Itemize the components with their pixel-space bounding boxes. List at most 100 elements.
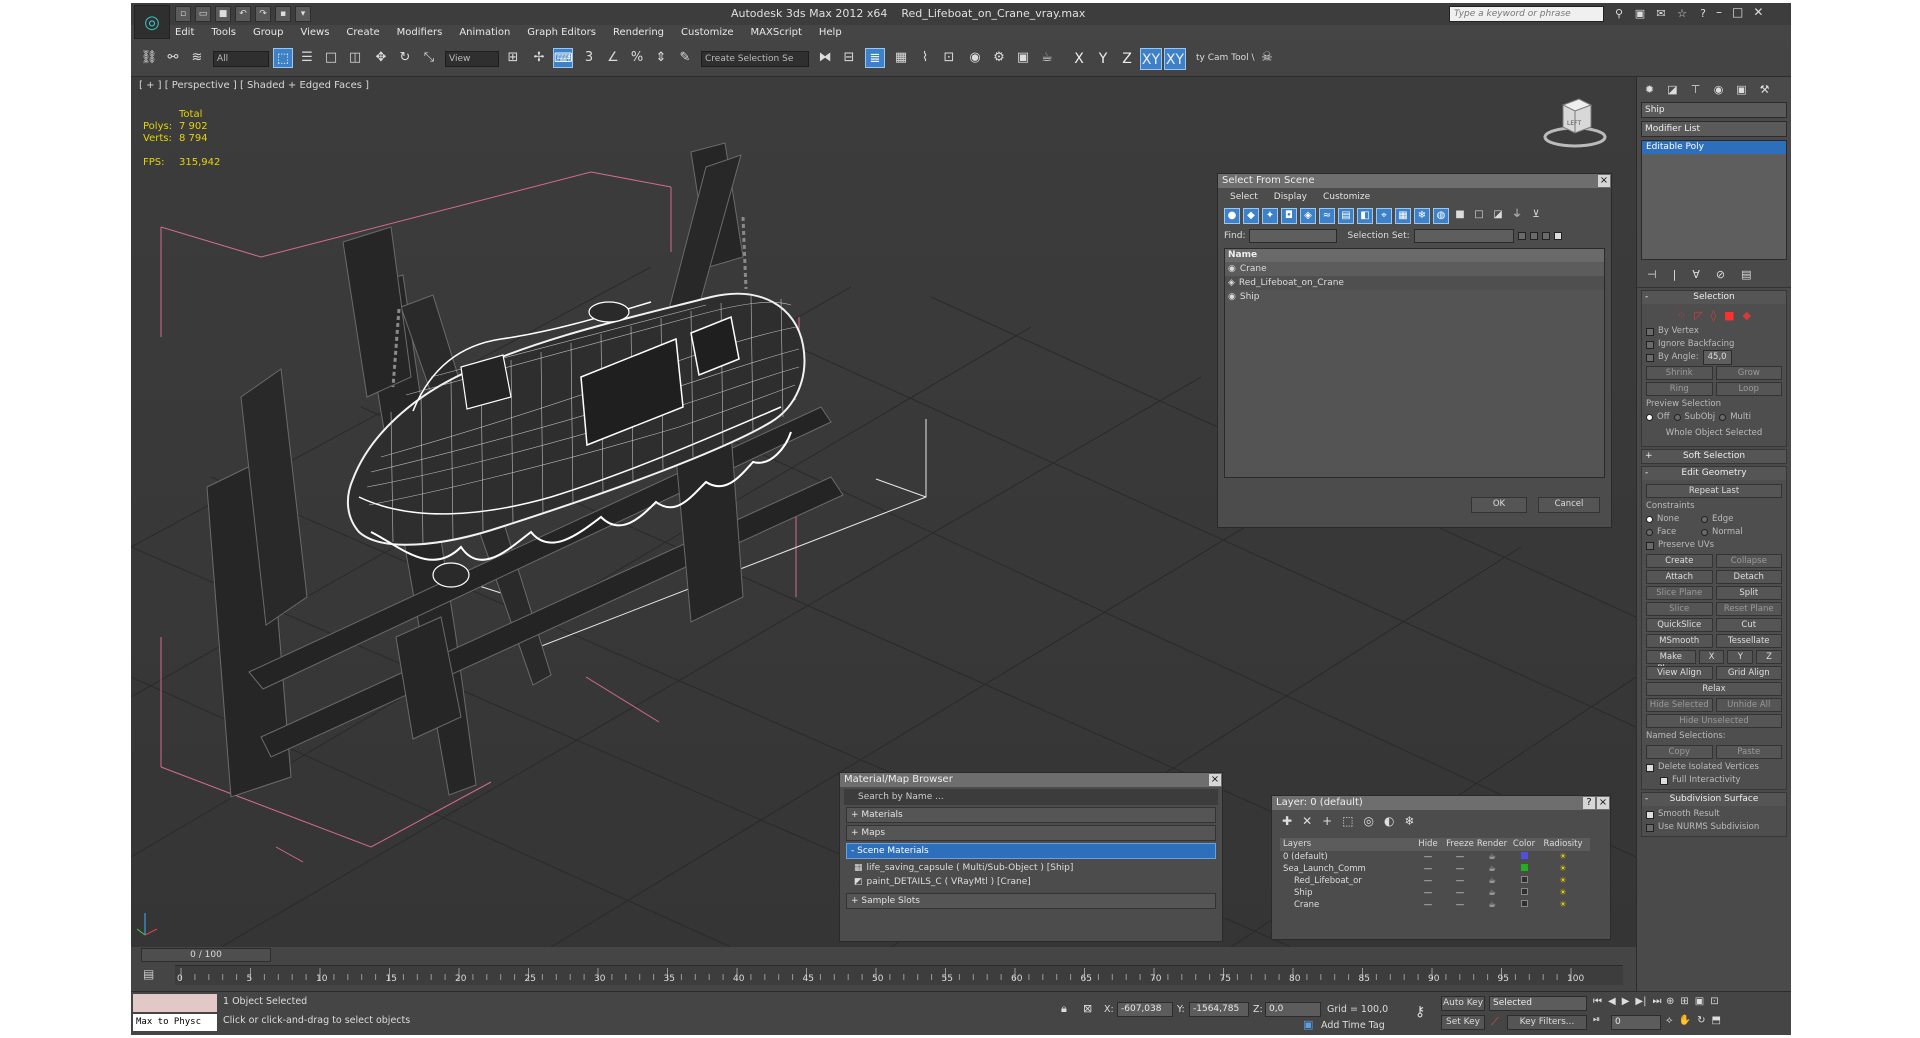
col-layers[interactable]: Layers bbox=[1280, 838, 1412, 851]
key-mode-toggle-icon[interactable]: ⏯ bbox=[1593, 1015, 1600, 1025]
sample-slots-group[interactable]: + Sample Slots bbox=[846, 893, 1216, 909]
undo-icon[interactable]: ↶ bbox=[235, 6, 251, 22]
col-freeze[interactable]: Freeze bbox=[1444, 838, 1476, 851]
freeze-all-layers-icon[interactable]: ❄ bbox=[1405, 814, 1415, 828]
menu-modifiers[interactable]: Modifiers bbox=[397, 25, 443, 41]
display-geometry-icon[interactable]: ● bbox=[1224, 208, 1240, 224]
select-move-icon[interactable]: ✥ bbox=[371, 48, 391, 68]
slice-button[interactable]: Slice bbox=[1646, 602, 1713, 616]
previous-frame-icon[interactable]: ◀ bbox=[1608, 996, 1616, 1007]
open-file-icon[interactable]: ▭ bbox=[195, 6, 211, 22]
display-tab-icon[interactable]: ▣ bbox=[1733, 81, 1750, 98]
by-angle-option[interactable]: By Angle: 45,0 bbox=[1646, 350, 1782, 365]
go-to-end-icon[interactable]: ⏭ bbox=[1652, 996, 1661, 1007]
zoom-icon[interactable]: ⊕ bbox=[1666, 996, 1674, 1007]
add-to-layer-icon[interactable]: + bbox=[1322, 814, 1332, 828]
display-containers-icon[interactable]: ▦ bbox=[1395, 208, 1411, 224]
menu-maxscript[interactable]: MAXScript bbox=[751, 25, 802, 41]
freeze-toggle[interactable]: — bbox=[1444, 851, 1476, 863]
delete-isolated-option[interactable]: Delete Isolated Vertices bbox=[1646, 761, 1782, 774]
modify-tab-icon[interactable]: ◪ bbox=[1664, 81, 1681, 98]
reference-coord-dropdown[interactable]: View bbox=[445, 51, 499, 67]
col-radiosity[interactable]: Radiosity bbox=[1540, 838, 1586, 851]
project-folder-icon[interactable]: ▾ bbox=[295, 6, 311, 22]
layer-close-icon[interactable]: × bbox=[1597, 797, 1609, 809]
selection-filter-dropdown[interactable]: All bbox=[213, 51, 269, 67]
table-row[interactable]: Ship — — ☕ ☀ bbox=[1280, 887, 1590, 899]
favorites-star-icon[interactable]: ☆ bbox=[1674, 6, 1690, 22]
hide-selected-button[interactable]: Hide Selected bbox=[1646, 698, 1713, 712]
material-item[interactable]: ◩ paint_DETAILS_C ( VRayMtl ) [Crane] bbox=[840, 875, 1222, 889]
radiosity-icon[interactable]: ☀ bbox=[1540, 863, 1586, 875]
graphite-icon[interactable]: ▦ bbox=[891, 48, 911, 68]
show-end-result-icon[interactable]: | bbox=[1673, 268, 1677, 281]
y-coord-field[interactable]: -1564,785 bbox=[1189, 1002, 1249, 1017]
select-scale-icon[interactable]: ⤡ bbox=[419, 48, 439, 68]
rendered-frame-icon[interactable]: ▣ bbox=[1013, 48, 1033, 68]
subdivision-header[interactable]: - Subdivision Surface bbox=[1642, 793, 1786, 806]
viewcube-face-label[interactable]: LEFT bbox=[1567, 120, 1581, 127]
display-frozen-icon[interactable]: ❄ bbox=[1414, 208, 1430, 224]
delete-layer-icon[interactable]: ✕ bbox=[1302, 814, 1312, 828]
shrink-button[interactable]: Shrink bbox=[1646, 366, 1713, 380]
menu-views[interactable]: Views bbox=[300, 25, 329, 41]
preview-subobj-radio[interactable] bbox=[1673, 414, 1681, 421]
spinner-snap-icon[interactable]: ⇕ bbox=[651, 48, 671, 68]
menu-tools[interactable]: Tools bbox=[211, 25, 236, 41]
cut-button[interactable]: Cut bbox=[1715, 618, 1782, 632]
menu-edit[interactable]: Edit bbox=[175, 25, 194, 41]
viewport-label[interactable]: [ + ] [ Perspective ] [ Shaded + Edged F… bbox=[139, 80, 369, 91]
select-influences-icon[interactable] bbox=[1541, 232, 1550, 240]
absolute-mode-icon[interactable]: ⊠ bbox=[1083, 1002, 1092, 1015]
slice-plane-button[interactable]: Slice Plane bbox=[1646, 586, 1713, 600]
menu-create[interactable]: Create bbox=[346, 25, 379, 41]
set-key-mode-icon[interactable]: ⟋ bbox=[1491, 1015, 1499, 1029]
hide-toggle[interactable]: — bbox=[1412, 887, 1444, 899]
col-hide[interactable]: Hide bbox=[1412, 838, 1444, 851]
remove-modifier-icon[interactable]: ⊘ bbox=[1716, 268, 1725, 281]
time-slider[interactable]: 0 / 100 bbox=[141, 948, 271, 962]
quickslice-button[interactable]: QuickSlice bbox=[1646, 618, 1713, 632]
auto-key-button[interactable]: Auto Key bbox=[1441, 996, 1485, 1011]
scene-materials-group[interactable]: - Scene Materials bbox=[846, 843, 1216, 859]
full-interactivity-option[interactable]: Full Interactivity bbox=[1646, 774, 1782, 787]
freeze-toggle[interactable]: — bbox=[1444, 899, 1476, 911]
msmooth-button[interactable]: MSmooth bbox=[1646, 634, 1713, 648]
mirror-icon[interactable]: ⧓ bbox=[815, 48, 835, 68]
unlink-icon[interactable]: ⚯ bbox=[163, 48, 183, 68]
rect-selection-icon[interactable]: □ bbox=[321, 48, 341, 68]
polygon-level-icon[interactable]: ■ bbox=[1724, 309, 1734, 322]
planar-z-button[interactable]: Z bbox=[1756, 650, 1782, 664]
repeat-last-button[interactable]: Repeat Last bbox=[1646, 484, 1782, 498]
hide-toggle[interactable]: — bbox=[1412, 875, 1444, 887]
lock-selection-icon[interactable]: 🔒︎ bbox=[1061, 1002, 1067, 1016]
time-tag-icon[interactable]: ▣ bbox=[1303, 1018, 1313, 1031]
hide-unselected-button[interactable]: Hide Unselected bbox=[1646, 714, 1782, 728]
align-icon[interactable]: ⊟ bbox=[839, 48, 859, 68]
filter-icon[interactable]: ⏚ bbox=[1509, 208, 1525, 224]
table-row[interactable]: Crane — — ☕ ☀ bbox=[1280, 899, 1590, 911]
create-tab-icon[interactable]: ✹ bbox=[1641, 81, 1658, 98]
find-input[interactable] bbox=[1249, 229, 1338, 243]
keyboard-shortcut-icon[interactable]: ⌨ bbox=[553, 48, 573, 68]
copy-button[interactable]: Copy bbox=[1646, 745, 1713, 759]
app-logo-icon[interactable]: ◎ bbox=[134, 5, 170, 39]
skull-icon[interactable]: ☠ bbox=[1257, 48, 1277, 68]
select-object-icon[interactable]: ⬚ bbox=[273, 48, 293, 68]
ok-button[interactable]: OK bbox=[1471, 497, 1527, 513]
make-planar-button[interactable]: Make Planar bbox=[1646, 650, 1696, 674]
planar-y-button[interactable]: Y bbox=[1727, 650, 1754, 664]
axis-y-button[interactable]: Y bbox=[1092, 48, 1114, 70]
help-icon[interactable]: ? bbox=[1695, 6, 1711, 22]
menu-customize[interactable]: Customize bbox=[681, 25, 734, 41]
configure-sets-icon[interactable]: ▤ bbox=[1741, 268, 1751, 281]
zoom-extents-icon[interactable]: ▣ bbox=[1695, 996, 1704, 1007]
select-and-link-icon[interactable]: ⛓ bbox=[139, 48, 159, 68]
render-teapot-icon[interactable]: ☕ bbox=[1476, 875, 1508, 887]
communication-icon[interactable]: ✉ bbox=[1653, 6, 1669, 22]
browser-close-icon[interactable]: × bbox=[1209, 774, 1221, 786]
redo-icon[interactable]: ↷ bbox=[255, 6, 271, 22]
material-browser-titlebar[interactable]: Material/Map Browser × bbox=[840, 773, 1222, 787]
manipulate-icon[interactable]: ✢ bbox=[529, 48, 549, 68]
selection-set-dropdown[interactable] bbox=[1413, 229, 1514, 243]
